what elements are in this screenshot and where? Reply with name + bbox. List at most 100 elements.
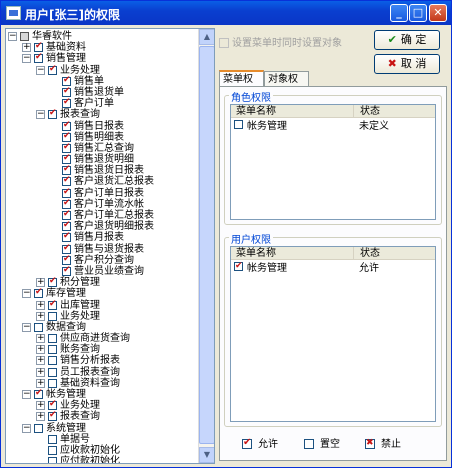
tab-object-permissions[interactable]: 对象权限 — [264, 71, 309, 100]
tree-node[interactable]: 客户退货汇总报表 — [8, 175, 200, 187]
tree-node-checkbox[interactable] — [48, 399, 57, 411]
collapse-icon[interactable]: − — [22, 423, 31, 433]
tree-node[interactable]: 客户退货明细报表 — [8, 220, 200, 232]
expand-icon[interactable]: + — [36, 356, 45, 366]
user-row[interactable]: 帐务管理 允许 — [231, 260, 435, 275]
tree-node-checkbox[interactable] — [62, 131, 71, 142]
tree-node[interactable]: 销售与退货报表 — [8, 243, 200, 255]
collapse-icon[interactable]: − — [22, 390, 31, 399]
tree-vertical-scrollbar[interactable]: ▲ ▼ — [198, 29, 214, 463]
tree-node-checkbox[interactable] — [62, 265, 71, 276]
tree-node[interactable]: + 业务处理 — [8, 311, 200, 322]
tree-node-checkbox[interactable] — [62, 86, 71, 97]
tree-node[interactable]: + 供应商进货查询 — [8, 333, 200, 344]
role-row[interactable]: 帐务管理 未定义 — [231, 120, 435, 133]
tree-node-checkbox[interactable] — [48, 345, 57, 355]
tree-node-checkbox[interactable] — [48, 356, 57, 366]
tree-node-checkbox[interactable] — [62, 187, 71, 198]
tree-node[interactable]: 销售月报表 — [8, 231, 200, 243]
tree-node-checkbox[interactable] — [48, 64, 57, 75]
tree-node[interactable]: + 出库管理 — [8, 299, 200, 311]
tree-node-checkbox[interactable] — [34, 287, 43, 299]
tree-node[interactable]: 销售汇总查询 — [8, 142, 200, 154]
tree-node[interactable]: 应收款初始化 — [8, 445, 200, 456]
tree-node[interactable]: − 数据查询 — [8, 322, 200, 333]
role-permissions-list[interactable]: 菜单名称 状态 帐务管理 未定义 — [230, 104, 436, 220]
role-row-checkbox[interactable] — [234, 120, 243, 129]
tree-node[interactable]: 客户订单流水帐 — [8, 198, 200, 210]
tree-node[interactable]: 客户订单日报表 — [8, 187, 200, 199]
set-menu-objects-checkbox[interactable] — [219, 38, 229, 48]
user-row-checkbox[interactable] — [234, 260, 243, 273]
tree-node-checkbox[interactable] — [48, 457, 57, 463]
tree-node-checkbox[interactable] — [34, 388, 43, 399]
expand-icon[interactable]: + — [36, 311, 45, 321]
tree-node-checkbox[interactable] — [62, 231, 71, 243]
tree-node[interactable]: −报表查询 — [8, 108, 200, 120]
collapse-icon[interactable]: − — [22, 54, 31, 64]
tree-node[interactable]: + 账务查询 — [8, 344, 200, 355]
tree-node[interactable]: + 员工报表查询 — [8, 367, 200, 378]
expand-icon[interactable]: + — [22, 43, 31, 53]
tree-node-checkbox[interactable] — [34, 41, 43, 53]
tree-node-checkbox[interactable] — [34, 322, 43, 332]
tree-node-checkbox[interactable] — [62, 164, 71, 176]
tree-node-checkbox[interactable] — [48, 445, 57, 455]
minimize-button[interactable]: _ — [390, 4, 408, 22]
tree-node-checkbox[interactable] — [48, 334, 57, 344]
user-permissions-list[interactable]: 菜单名称 状态 帐务管理 允许 — [230, 246, 436, 422]
scroll-thumb[interactable] — [199, 46, 214, 444]
scroll-up-icon[interactable]: ▲ — [199, 29, 214, 45]
close-button[interactable]: ✕ — [429, 4, 447, 22]
tree-node[interactable]: 客户积分查询 — [8, 254, 200, 266]
tree-node[interactable]: + 报表查询 — [8, 410, 200, 422]
tree-node-checkbox[interactable] — [62, 175, 71, 187]
tree-node[interactable]: 单据号 — [8, 434, 200, 445]
set-menu-objects-option[interactable]: 设置菜单时同时设置对象 — [219, 34, 342, 49]
expand-icon[interactable]: + — [36, 412, 45, 422]
collapse-icon[interactable]: − — [22, 322, 31, 332]
tree-node[interactable]: −业务处理 — [8, 64, 200, 76]
tree-node-checkbox[interactable] — [62, 220, 71, 232]
tree-node-checkbox[interactable] — [48, 299, 57, 310]
tree-node[interactable]: 销售日报表 — [8, 120, 200, 132]
tree-node-checkbox[interactable] — [48, 311, 57, 321]
tree-node-checkbox[interactable] — [48, 276, 57, 288]
tree-node-checkbox[interactable] — [62, 120, 71, 131]
expand-icon[interactable]: + — [36, 300, 45, 310]
tree-node[interactable]: 客户订单汇总报表 — [8, 209, 200, 221]
tree-node-checkbox[interactable] — [48, 410, 57, 422]
expand-icon[interactable]: + — [36, 345, 45, 355]
tree-node[interactable]: 销售退货明细 — [8, 153, 200, 165]
tree-node-checkbox[interactable] — [48, 108, 57, 120]
tree-node-checkbox[interactable] — [62, 243, 71, 254]
tree-node-checkbox[interactable] — [62, 153, 71, 165]
tree-node[interactable]: 销售退货日报表 — [8, 164, 200, 176]
tree-node-checkbox[interactable] — [62, 198, 71, 209]
expand-icon[interactable]: + — [36, 401, 45, 411]
tree-node[interactable]: −库存管理 — [8, 287, 200, 299]
expand-icon[interactable]: + — [36, 378, 45, 388]
tree-node-checkbox[interactable] — [62, 254, 71, 265]
tree-node[interactable]: 客户订单 — [8, 97, 200, 109]
tree-node-checkbox[interactable] — [34, 52, 43, 64]
maximize-button[interactable]: □ — [409, 4, 427, 22]
collapse-icon[interactable]: − — [8, 32, 17, 41]
collapse-icon[interactable]: − — [22, 289, 31, 299]
tree-node[interactable]: −帐务管理 — [8, 388, 200, 400]
ok-button[interactable]: ✔ 确 定 — [374, 30, 440, 50]
tree-node[interactable]: 销售单 — [8, 75, 200, 87]
tree-node-checkbox[interactable] — [48, 367, 57, 377]
tree-node[interactable]: 销售明细表 — [8, 131, 200, 143]
tree-node-checkbox[interactable] — [48, 434, 57, 444]
cancel-button[interactable]: ✖ 取 消 — [374, 54, 440, 74]
expand-icon[interactable]: + — [36, 334, 45, 344]
tree-node-checkbox[interactable] — [34, 423, 43, 433]
tree-node[interactable]: 销售退货单 — [8, 86, 200, 98]
collapse-icon[interactable]: − — [36, 110, 45, 120]
tree-node-checkbox[interactable] — [62, 209, 71, 220]
tree-node[interactable]: + 业务处理 — [8, 399, 200, 411]
tree-node[interactable]: + 销售分析报表 — [8, 355, 200, 366]
collapse-icon[interactable]: − — [36, 65, 45, 75]
tree-node-checkbox[interactable] — [48, 378, 57, 388]
